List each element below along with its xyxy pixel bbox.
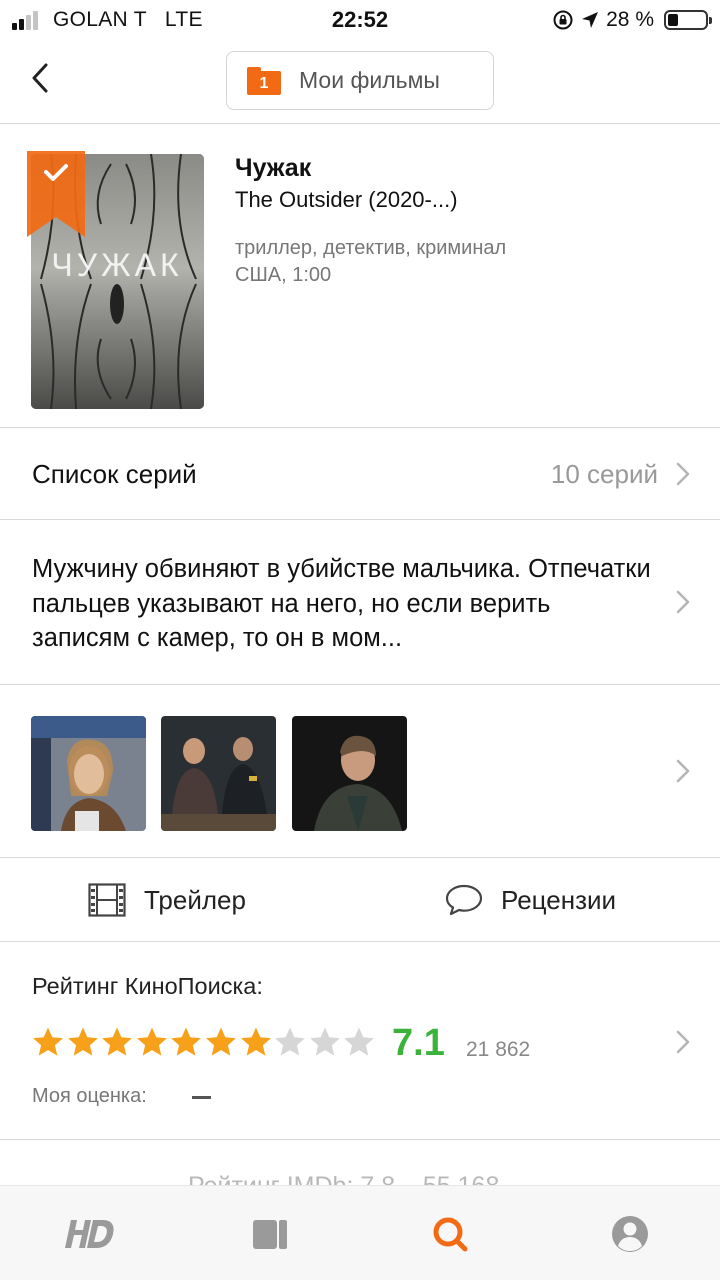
search-icon (433, 1217, 468, 1252)
star-empty-icon (344, 1027, 375, 1056)
my-rating-label: Моя оценка: (32, 1085, 147, 1107)
description-row[interactable]: Мужчину обвиняют в убийстве мальчика. От… (0, 520, 720, 685)
chevron-right-icon (676, 759, 690, 783)
rating-row[interactable]: Рейтинг КиноПоиска: 7.1 21 862 Моя оценк… (0, 942, 720, 1140)
movie-title: Чужак (235, 154, 312, 182)
battery-percent: 28 % (606, 8, 654, 31)
star-filled-icon (102, 1027, 133, 1056)
orientation-lock-icon (553, 10, 573, 30)
star-filled-icon (171, 1027, 202, 1056)
chevron-right-icon (676, 462, 690, 486)
star-filled-icon (136, 1027, 167, 1056)
description-text: Мужчину обвиняют в убийстве мальчика. От… (32, 555, 651, 652)
folder-count: 1 (247, 70, 281, 95)
actions-row: Трейлер Рецензии (0, 858, 720, 942)
tab-hd[interactable] (60, 1206, 120, 1262)
still-image[interactable] (31, 716, 146, 831)
star-empty-icon (275, 1027, 306, 1056)
episode-list-label: Список серий (32, 459, 197, 489)
poster-title: ЧУЖАК (51, 247, 182, 283)
chevron-right-icon (676, 590, 690, 614)
trailer-button[interactable]: Трейлер (88, 878, 246, 922)
tab-collection[interactable] (240, 1206, 300, 1262)
back-button[interactable] (18, 54, 62, 102)
rating-label: Рейтинг КиноПоиска: (32, 973, 263, 999)
trailer-label: Трейлер (144, 884, 246, 915)
stills-row[interactable] (0, 685, 720, 858)
episode-list-row[interactable]: Список серий 10 серий (0, 428, 720, 520)
movie-genres: триллер, детектив, криминал (235, 237, 507, 259)
film-strip-icon (88, 883, 126, 917)
movie-header: ЧУЖАК Чужак The Outsider (2020-...) трил… (0, 124, 720, 428)
tab-profile[interactable] (600, 1206, 660, 1262)
rating-votes: 21 862 (466, 1038, 531, 1061)
battery-icon (664, 10, 712, 30)
tab-search[interactable] (420, 1206, 480, 1262)
star-filled-icon (67, 1027, 98, 1056)
still-image[interactable] (292, 716, 407, 831)
star-filled-icon (206, 1027, 236, 1056)
profile-icon (612, 1216, 648, 1252)
location-arrow-icon (582, 12, 599, 28)
chevron-left-icon (32, 63, 48, 93)
my-films-label: Мои фильмы (299, 67, 440, 93)
still-image[interactable] (161, 716, 276, 831)
bookmark-ribbon-icon (27, 151, 85, 237)
rating-stars (32, 1026, 375, 1058)
status-bar: GOLAN T LTE 22:52 28 % (0, 0, 720, 40)
nav-bar: 1 Мои фильмы (0, 40, 720, 124)
folder-icon: 1 (247, 66, 281, 95)
star-empty-icon (309, 1027, 340, 1056)
reviews-label: Рецензии (501, 884, 617, 915)
chevron-right-icon (676, 1030, 690, 1054)
movie-original-title: The Outsider (2020-...) (235, 187, 458, 212)
reviews-button[interactable]: Рецензии (445, 878, 616, 922)
movie-country-duration: США, 1:00 (235, 264, 332, 286)
episode-count: 10 серий (550, 459, 658, 489)
star-filled-icon (240, 1027, 271, 1056)
tab-bar (0, 1185, 720, 1280)
my-films-button[interactable]: 1 Мои фильмы (226, 51, 494, 110)
star-filled-icon (33, 1027, 63, 1056)
rating-value: 7.1 (392, 1022, 445, 1064)
collection-icon (253, 1220, 287, 1249)
my-rating-dash[interactable] (192, 1096, 211, 1099)
hd-icon (65, 1220, 114, 1248)
speech-bubble-icon (445, 884, 483, 916)
